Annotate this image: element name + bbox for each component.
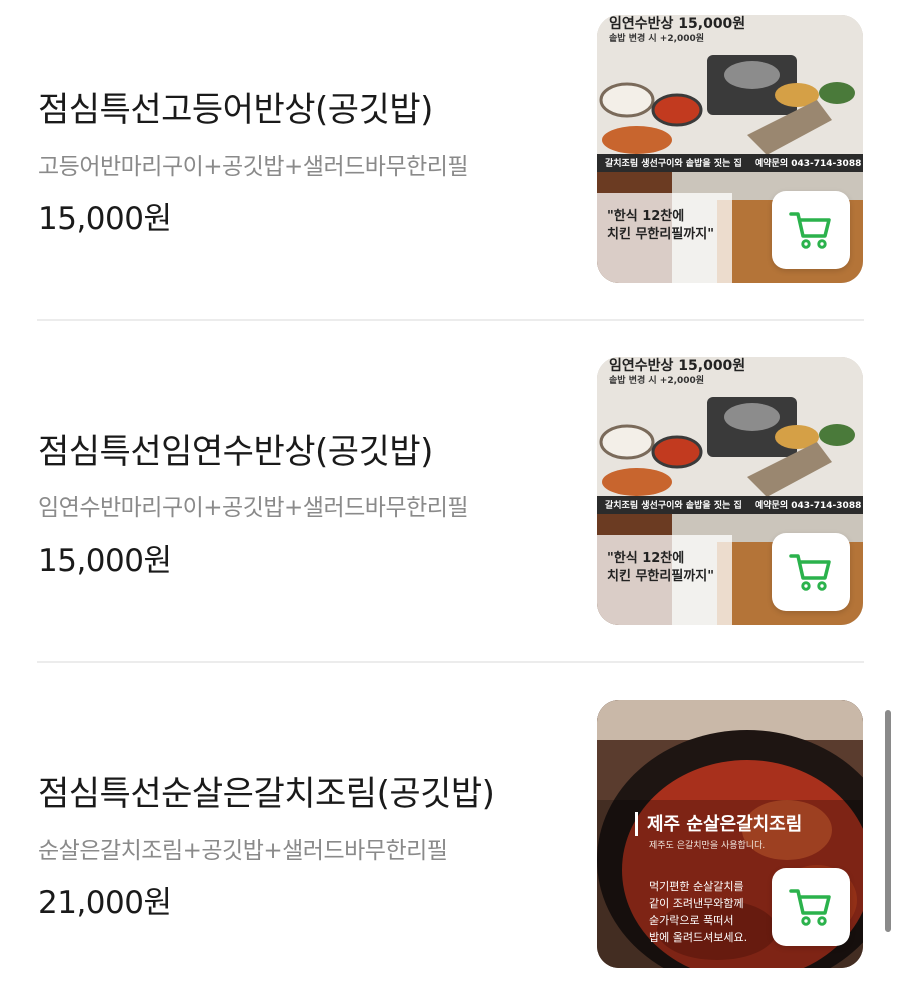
- image-band-left: 갈치조림 생선구이와 솥밥을 짓는 집: [605, 159, 742, 169]
- menu-item-image[interactable]: 임연수반상 15,000원 솥밥 변경 시 +2,000원 갈치조림 생선구이와…: [597, 357, 863, 625]
- divider: [37, 319, 864, 321]
- image-band-right: 예약문의 043-714-3088: [755, 159, 862, 169]
- menu-item-price: 15,000원: [38, 543, 172, 579]
- menu-item-name: 점심특선고등어반상(공깃밥): [38, 90, 433, 130]
- image-subline: 제주도 은갈치만을 사용합니다.: [649, 841, 766, 851]
- image-slogan-line-2: 치킨 무한리필까지": [607, 569, 714, 584]
- menu-item-price: 21,000원: [38, 885, 172, 921]
- image-slogan-line-1: "한식 12찬에: [607, 551, 685, 566]
- image-subline: 솥밥 변경 시 +2,000원: [609, 34, 705, 44]
- image-line-3: 숟가락으로 푹떠서: [649, 914, 734, 927]
- add-to-cart-button[interactable]: [772, 868, 850, 946]
- image-subline: 솥밥 변경 시 +2,000원: [609, 376, 705, 386]
- image-band-right: 예약문의 043-714-3088: [755, 501, 862, 511]
- add-to-cart-button[interactable]: [772, 191, 850, 269]
- image-slogan-line-1: "한식 12찬에: [607, 209, 685, 224]
- menu-item-description: 순살은갈치조림+공깃밥+샐러드바무한리필: [38, 838, 448, 864]
- menu-item-description: 임연수반마리구이+공깃밥+샐러드바무한리필: [38, 495, 469, 521]
- scrollbar[interactable]: [885, 710, 891, 932]
- add-to-cart-button[interactable]: [772, 533, 850, 611]
- menu-item-description: 고등어반마리구이+공깃밥+샐러드바무한리필: [38, 154, 469, 180]
- menu-item-image[interactable]: 제주 순살은갈치조림 제주도 은갈치만을 사용합니다. 먹기편한 순살갈치를 같…: [597, 700, 863, 968]
- divider: [37, 661, 864, 663]
- image-slogan-line-2: 치킨 무한리필까지": [607, 227, 714, 242]
- image-line-2: 같이 조려낸무와함께: [649, 897, 744, 910]
- menu-item-price: 15,000원: [38, 201, 172, 237]
- menu-item-name: 점심특선순살은갈치조림(공깃밥): [38, 774, 495, 814]
- image-band-left: 갈치조림 생선구이와 솥밥을 짓는 집: [605, 501, 742, 511]
- shopping-cart-icon: [789, 212, 831, 249]
- menu-item-image[interactable]: 임연수반상 15,000원 솥밥 변경 시 +2,000원 갈치조림 생선구이와…: [597, 15, 863, 283]
- image-headline: 제주 순살은갈치조림: [647, 814, 803, 835]
- menu-item-name: 점심특선임연수반상(공깃밥): [38, 432, 433, 472]
- image-line-1: 먹기편한 순살갈치를: [649, 880, 744, 893]
- image-line-4: 밥에 올려드셔보세요.: [649, 931, 748, 944]
- shopping-cart-icon: [789, 554, 831, 591]
- shopping-cart-icon: [789, 889, 831, 926]
